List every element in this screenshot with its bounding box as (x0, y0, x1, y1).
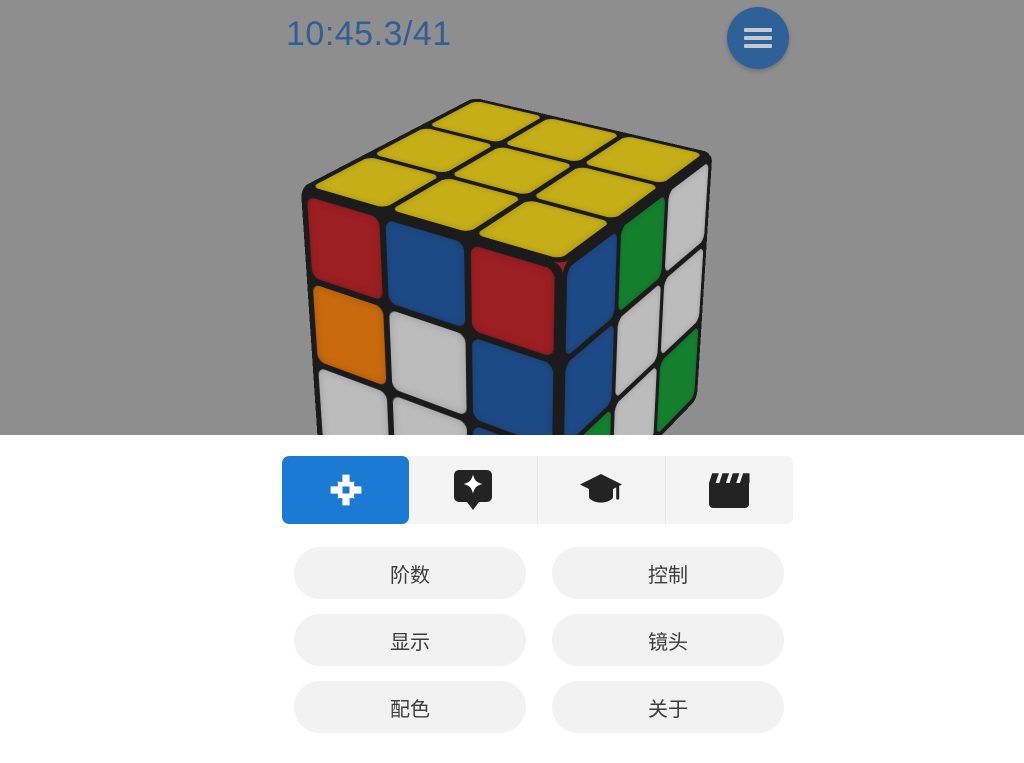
tab-solve[interactable] (409, 456, 538, 524)
button-color-scheme[interactable]: 配色 (294, 681, 526, 733)
clapperboard-icon (708, 471, 750, 509)
menu-button[interactable] (727, 7, 789, 69)
button-control[interactable]: 控制 (552, 547, 784, 599)
timer-display: 10:45.3/41 (286, 15, 452, 53)
bottom-panel: 阶数 控制 显示 镜头 配色 关于 (0, 435, 1024, 763)
graduation-cap-icon (579, 473, 623, 507)
cube-viewport[interactable]: 10:45.3/41 (0, 0, 1024, 435)
tab-tutorial[interactable] (538, 456, 666, 524)
dpad-icon (326, 470, 366, 510)
tab-bar (282, 456, 793, 524)
button-about[interactable]: 关于 (552, 681, 784, 733)
settings-button-grid: 阶数 控制 显示 镜头 配色 关于 (294, 547, 784, 733)
tab-replay[interactable] (666, 456, 793, 524)
sparkle-badge-icon (453, 468, 493, 512)
cube-stage[interactable] (0, 0, 1024, 435)
tab-controls[interactable] (282, 456, 410, 524)
button-display[interactable]: 显示 (294, 614, 526, 666)
app-root: 10:45.3/41 阶数 控制 显示 镜头 配色 关于 (0, 0, 1024, 763)
hamburger-menu-icon (744, 28, 772, 48)
button-camera[interactable]: 镜头 (552, 614, 784, 666)
button-order[interactable]: 阶数 (294, 547, 526, 599)
